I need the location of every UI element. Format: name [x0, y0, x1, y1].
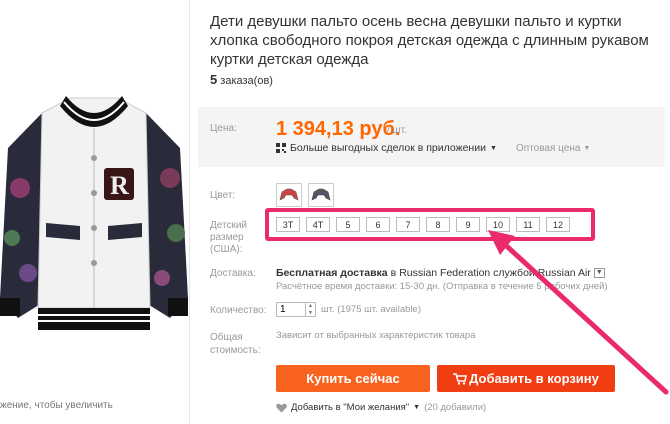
wishlist-label: Добавить в "Мои желания": [291, 402, 410, 413]
product-gallery: R жение, чтобы увеличить: [0, 0, 190, 424]
product-title: Дети девушки пальто осень весна девушки …: [210, 13, 649, 68]
chevron-down-icon: ▼: [489, 144, 497, 152]
heart-icon: [276, 403, 287, 412]
app-deal-link[interactable]: Больше выгодных сделок в приложении ▼: [276, 142, 497, 154]
wholesale-price-link[interactable]: Оптовая цена ▼: [516, 143, 590, 154]
color-label: Цвет:: [210, 190, 236, 201]
color-swatch-1[interactable]: [276, 183, 302, 207]
size-highlight-box: [265, 208, 595, 241]
add-to-cart-label: Добавить в корзину: [469, 371, 599, 386]
price-label: Цена:: [210, 123, 237, 134]
delivery-time: Расчётное время доставки: 15-30 дн. (Отп…: [276, 281, 608, 292]
wholesale-label: Оптовая цена: [516, 143, 581, 154]
svg-text:R: R: [110, 171, 129, 200]
stepper-buttons: ▲ ▼: [306, 302, 316, 317]
product-photo[interactable]: R: [0, 18, 188, 398]
delivery-label: Доставка:: [210, 268, 256, 279]
app-deal-label: Больше выгодных сделок в приложении: [290, 142, 486, 154]
buy-now-button[interactable]: Купить сейчас: [276, 365, 430, 392]
wishlist-count: (20 добавили): [424, 402, 487, 413]
cart-icon: [453, 372, 468, 385]
delivery-in: в: [390, 267, 397, 279]
price-unit: / шт.: [387, 125, 407, 136]
size-label: Детский размер (США):: [210, 220, 248, 255]
orders-label: заказа(ов): [220, 75, 273, 87]
color-swatch-2[interactable]: [308, 183, 334, 207]
add-to-cart-button[interactable]: Добавить в корзину: [437, 365, 615, 392]
quantity-available: шт. (1975 шт. available): [321, 304, 421, 315]
zoom-hint: жение, чтобы увеличить: [0, 400, 113, 411]
jacket-thumb-icon: [311, 188, 331, 201]
price-value: 1 394,13 руб.: [276, 118, 401, 140]
price-box: [198, 107, 665, 167]
total-label: Общая стоимость:: [210, 332, 261, 356]
quantity-input[interactable]: [276, 302, 306, 317]
total-note: Зависит от выбранных характеристик товар…: [276, 330, 476, 341]
orders-count: 5 заказа(ов): [210, 72, 273, 87]
chevron-down-icon[interactable]: ▼: [593, 268, 605, 278]
delivery-destination[interactable]: Russian Federation службой Russian Air: [399, 267, 591, 279]
decrement-icon[interactable]: ▼: [306, 310, 315, 317]
delivery-info: Бесплатная доставка в Russian Federation…: [276, 267, 605, 279]
qr-code-icon: [276, 143, 286, 153]
quantity-stepper: ▲ ▼ шт. (1975 шт. available): [276, 302, 421, 317]
wishlist-link[interactable]: Добавить в "Мои желания" ▼ (20 добавили): [276, 402, 486, 413]
free-delivery: Бесплатная доставка: [276, 267, 388, 279]
chevron-down-icon: ▼: [413, 404, 421, 411]
orders-number: 5: [210, 72, 218, 87]
jacket-thumb-icon: [279, 188, 299, 201]
chevron-down-icon: ▼: [583, 145, 591, 152]
quantity-label: Количество:: [210, 305, 267, 316]
